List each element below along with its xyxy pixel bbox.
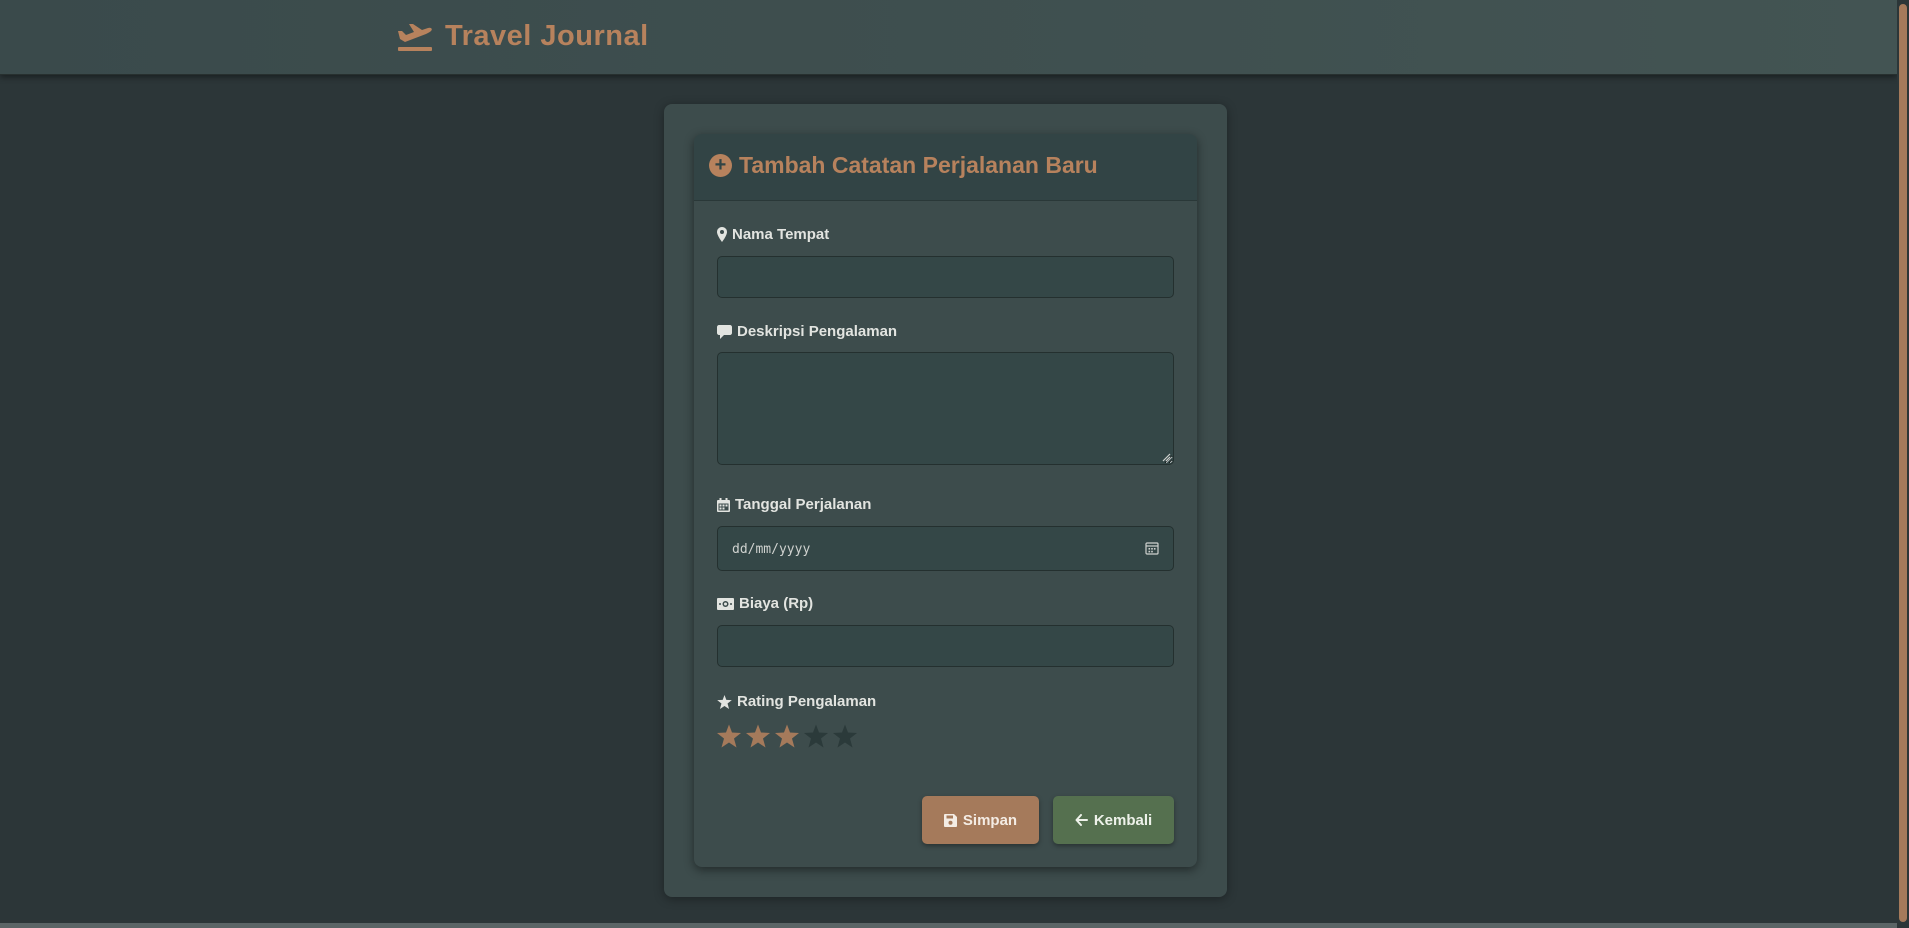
rating-star-2[interactable] bbox=[746, 724, 770, 748]
description-label: Deskripsi Pengalaman bbox=[717, 323, 897, 340]
map-marker-icon bbox=[717, 227, 727, 242]
arrow-left-icon bbox=[1075, 814, 1088, 826]
money-icon bbox=[717, 597, 734, 610]
date-label: Tanggal Perjalanan bbox=[717, 496, 871, 513]
save-button-label: Simpan bbox=[962, 811, 1018, 829]
date-format-text: dd/mm/yyyy bbox=[732, 542, 811, 557]
rating-label-text: Rating Pengalaman bbox=[737, 693, 877, 710]
bottom-edge bbox=[0, 923, 1897, 928]
star-icon bbox=[717, 694, 732, 709]
floppy-disk-icon bbox=[943, 813, 957, 827]
scrollbar-thumb[interactable] bbox=[1899, 4, 1907, 922]
brand-title: Travel Journal bbox=[445, 20, 649, 52]
plus-circle-icon: + bbox=[709, 154, 732, 177]
description-label-text: Deskripsi Pengalaman bbox=[737, 323, 898, 340]
description-textarea[interactable] bbox=[717, 352, 1174, 465]
brand[interactable]: Travel Journal bbox=[397, 20, 649, 53]
date-input[interactable]: dd/mm/yyyy bbox=[717, 526, 1174, 571]
navbar: Travel Journal bbox=[0, 0, 1897, 75]
place-label-text: Nama Tempat bbox=[732, 226, 830, 243]
description-wrapper bbox=[717, 352, 1174, 465]
form-title: Tambah Catatan Perjalanan Baru bbox=[739, 152, 1098, 178]
rating-star-4[interactable] bbox=[804, 724, 828, 748]
cost-label-text: Biaya (Rp) bbox=[739, 595, 814, 612]
back-button[interactable]: Kembali bbox=[1053, 796, 1174, 844]
rating-star-3[interactable] bbox=[775, 724, 799, 748]
place-label: Nama Tempat bbox=[717, 226, 829, 243]
calendar-picker-icon[interactable] bbox=[1145, 541, 1159, 555]
calendar-icon bbox=[717, 497, 730, 512]
rating-star-1[interactable] bbox=[717, 724, 741, 748]
resize-handle-icon[interactable] bbox=[1162, 453, 1171, 462]
save-button[interactable]: Simpan bbox=[922, 796, 1039, 844]
cost-input[interactable] bbox=[717, 625, 1174, 667]
plane-departure-icon bbox=[398, 23, 432, 51]
rating-label: Rating Pengalaman bbox=[717, 693, 876, 710]
place-input[interactable] bbox=[717, 256, 1174, 298]
cost-label: Biaya (Rp) bbox=[717, 595, 813, 612]
rating-stars[interactable] bbox=[717, 724, 857, 748]
date-label-text: Tanggal Perjalanan bbox=[735, 496, 872, 513]
form-card: + Tambah Catatan Perjalanan Baru Nama Te… bbox=[694, 134, 1197, 867]
form-header: + Tambah Catatan Perjalanan Baru bbox=[694, 134, 1197, 201]
rating-star-5[interactable] bbox=[833, 724, 857, 748]
comment-icon bbox=[717, 324, 732, 339]
back-button-label: Kembali bbox=[1093, 811, 1153, 829]
